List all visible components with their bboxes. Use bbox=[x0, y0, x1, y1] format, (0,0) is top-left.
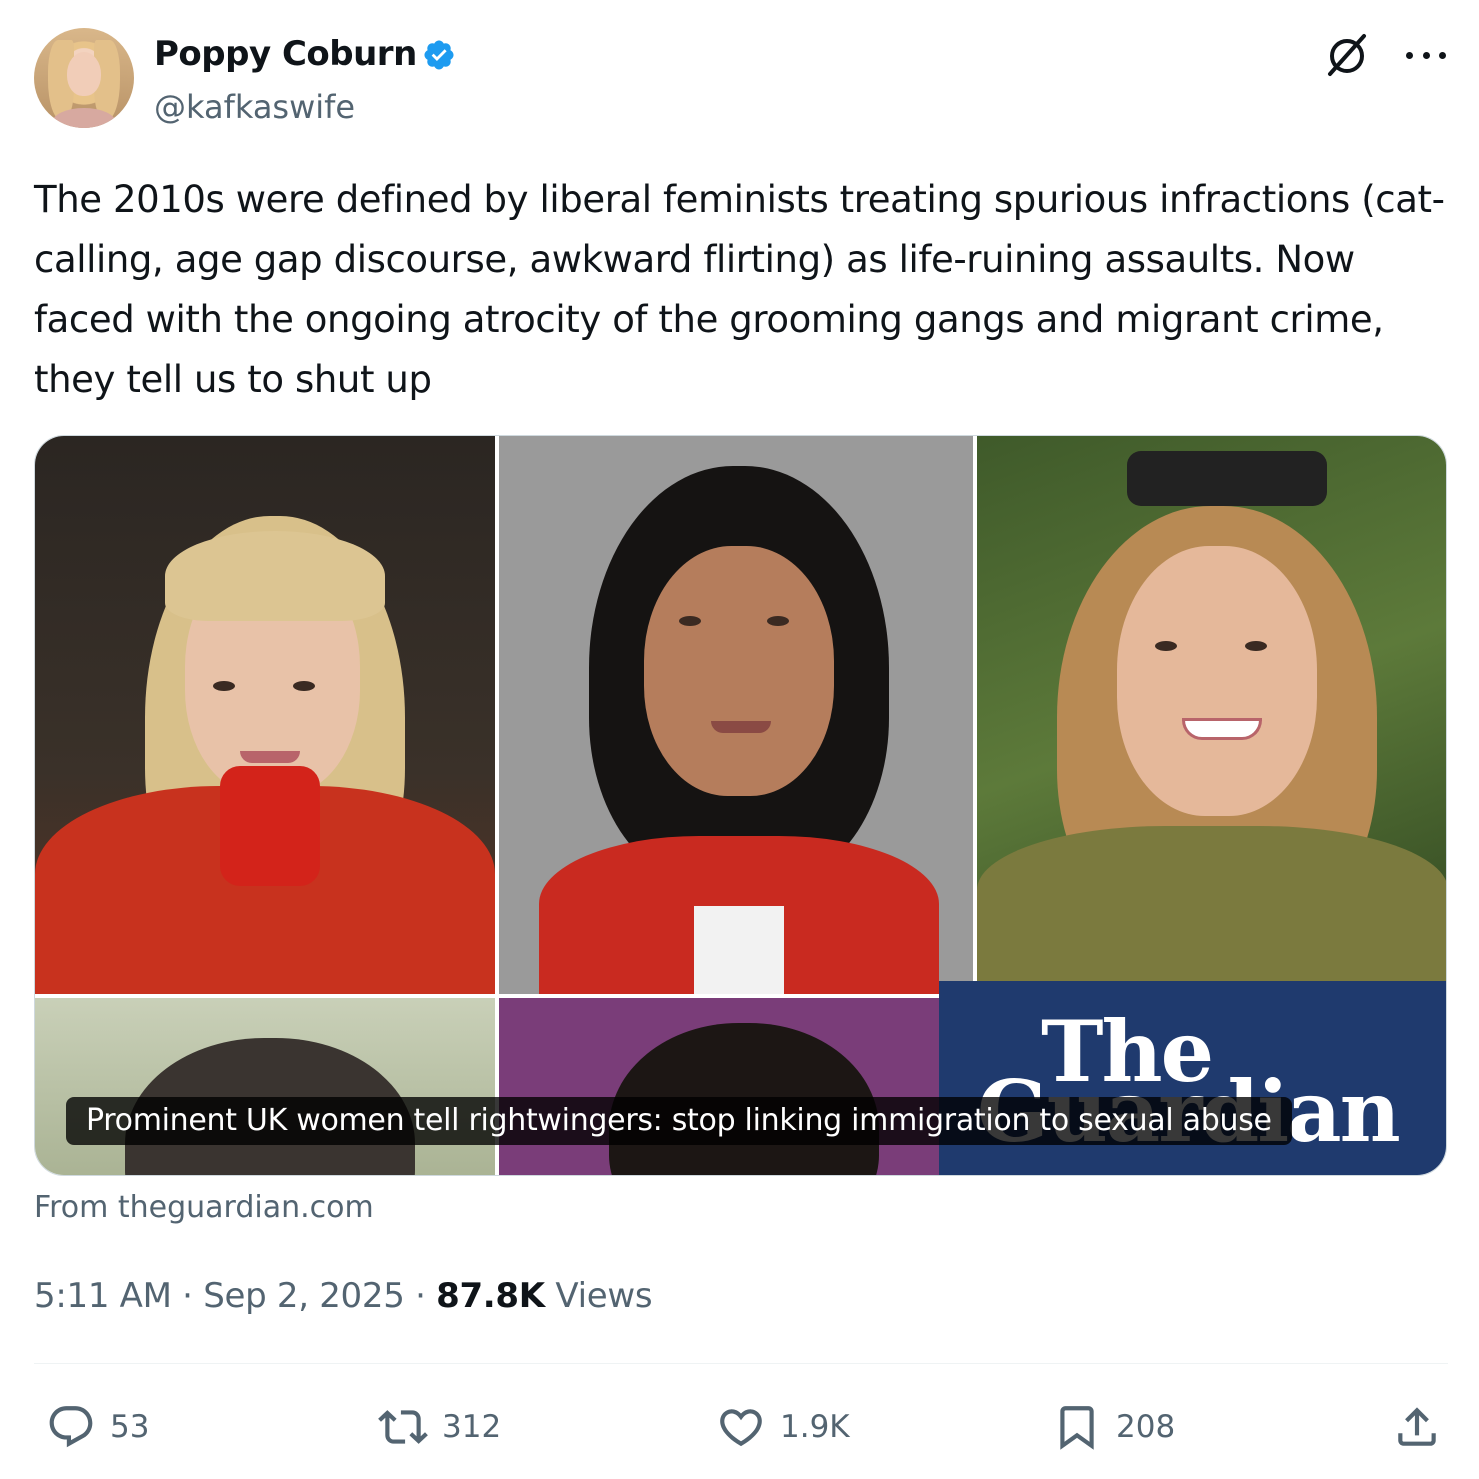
tweet-meta: 5:11 AM · Sep 2, 2025 · 87.8K Views bbox=[34, 1276, 653, 1316]
card-photo-2 bbox=[499, 436, 973, 994]
author-name[interactable]: Poppy Coburn bbox=[154, 34, 417, 74]
action-bar: 53 312 1.9K 208 bbox=[34, 1395, 1448, 1459]
repost-icon bbox=[378, 1410, 428, 1444]
author-handle[interactable]: @kafkaswife bbox=[154, 88, 355, 126]
link-card[interactable]: The Guardian Prominent UK women tell rig… bbox=[34, 435, 1447, 1176]
reply-count: 53 bbox=[110, 1409, 150, 1445]
share-icon bbox=[1398, 1407, 1436, 1446]
views-count: 87.8K bbox=[436, 1276, 545, 1316]
repost-count: 312 bbox=[442, 1409, 502, 1445]
tweet-header: Poppy Coburn @kafkaswife bbox=[34, 28, 1446, 130]
like-count: 1.9K bbox=[780, 1409, 850, 1445]
card-source[interactable]: From theguardian.com bbox=[34, 1190, 374, 1225]
tweet-time[interactable]: 5:11 AM bbox=[34, 1276, 172, 1316]
views-label: Views bbox=[555, 1276, 653, 1316]
reply-button[interactable]: 53 bbox=[46, 1395, 149, 1459]
heart-icon bbox=[720, 1409, 762, 1447]
card-photo-3 bbox=[977, 436, 1446, 981]
like-button[interactable]: 1.9K bbox=[716, 1395, 850, 1459]
divider bbox=[34, 1363, 1448, 1364]
card-photo-4 bbox=[35, 998, 495, 1175]
grok-icon[interactable] bbox=[1324, 32, 1370, 78]
avatar[interactable] bbox=[34, 28, 134, 128]
more-icon[interactable] bbox=[1406, 38, 1446, 72]
card-photo-5 bbox=[499, 998, 939, 1175]
card-caption[interactable]: Prominent UK women tell rightwingers: st… bbox=[66, 1097, 1292, 1145]
reply-icon bbox=[49, 1406, 93, 1448]
tweet-text: The 2010s were defined by liberal femini… bbox=[34, 178, 1445, 401]
meta-separator: · bbox=[415, 1276, 437, 1316]
bookmark-icon bbox=[1060, 1406, 1094, 1450]
bookmark-button[interactable]: 208 bbox=[1052, 1395, 1175, 1459]
card-photo-1 bbox=[35, 436, 495, 994]
bookmark-count: 208 bbox=[1116, 1409, 1176, 1445]
meta-separator: · bbox=[182, 1276, 204, 1316]
share-button[interactable] bbox=[1392, 1395, 1442, 1459]
tweet-date[interactable]: Sep 2, 2025 bbox=[203, 1276, 405, 1316]
verified-badge-icon[interactable] bbox=[422, 38, 456, 72]
repost-button[interactable]: 312 bbox=[378, 1395, 501, 1459]
